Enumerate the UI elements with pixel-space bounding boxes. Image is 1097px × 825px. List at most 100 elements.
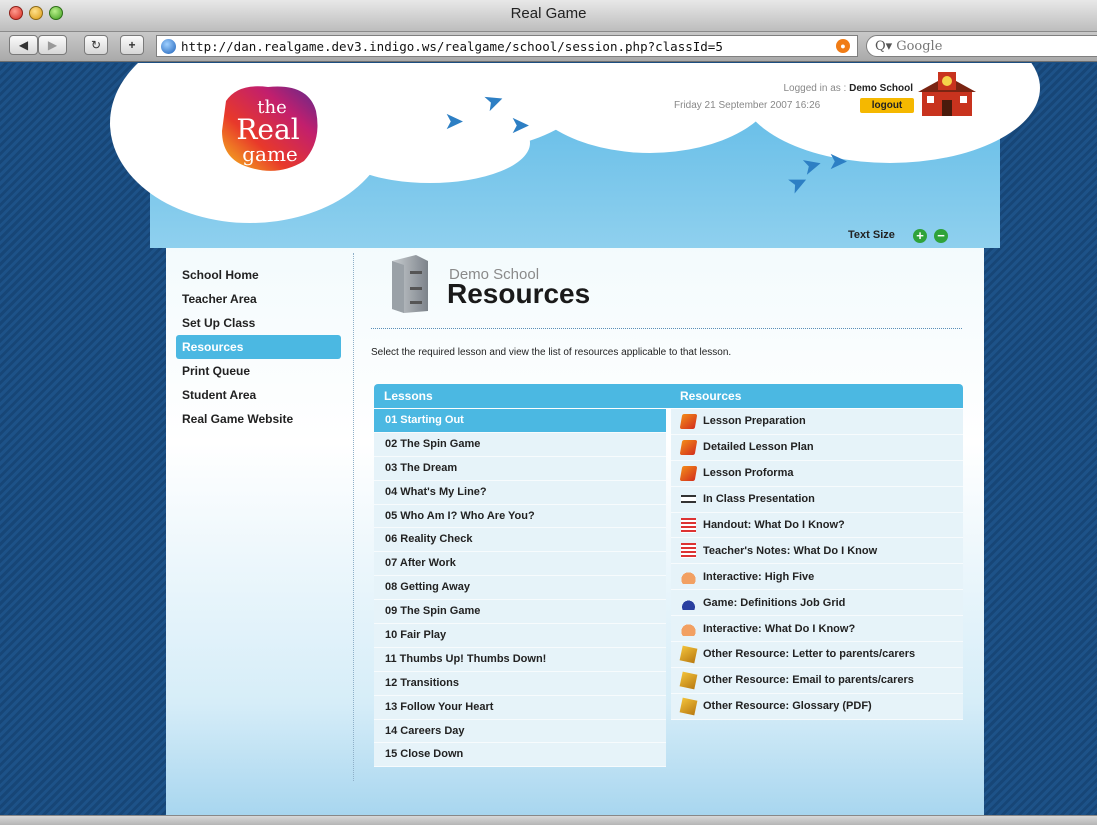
filing-cabinet-icon bbox=[392, 255, 428, 313]
add-bookmark-button[interactable]: + bbox=[120, 35, 144, 55]
resource-label: Other Resource: Letter to parents/carers bbox=[703, 648, 916, 661]
resource-label: In Class Presentation bbox=[703, 493, 815, 506]
browser-toolbar: ◀ ▶ ↻ + http://dan.realgame.dev3.indigo.… bbox=[0, 32, 1097, 62]
lesson-item[interactable]: 12 Transitions bbox=[374, 671, 666, 696]
resource-label: Game: Definitions Job Grid bbox=[703, 596, 846, 609]
rss-icon[interactable]: ● bbox=[836, 39, 850, 53]
reload-button[interactable]: ↻ bbox=[84, 35, 108, 55]
sidebar-item-school-home[interactable]: School Home bbox=[176, 263, 341, 287]
lesson-item[interactable]: 01 Starting Out bbox=[374, 409, 666, 433]
book-icon bbox=[679, 465, 698, 481]
lesson-item[interactable]: 07 After Work bbox=[374, 552, 666, 577]
cloud-shape bbox=[330, 103, 530, 183]
resource-label: Lesson Proforma bbox=[703, 467, 794, 480]
hand-icon bbox=[681, 621, 696, 637]
logout-button[interactable]: logout bbox=[860, 98, 914, 113]
resource-label: Handout: What Do I Know? bbox=[703, 519, 845, 531]
logged-in-label: Logged in as : bbox=[783, 83, 850, 94]
resource-label: Lesson Preparation bbox=[703, 415, 806, 428]
resource-label: Detailed Lesson Plan bbox=[703, 441, 814, 454]
heading-divider bbox=[371, 328, 962, 329]
box-icon bbox=[679, 697, 698, 716]
lesson-item[interactable]: 04 What's My Line? bbox=[374, 480, 666, 505]
bird-icon: ➤ bbox=[828, 148, 849, 175]
address-url: http://dan.realgame.dev3.indigo.ws/realg… bbox=[181, 38, 723, 54]
bird-icon: ➤ bbox=[510, 112, 531, 139]
text-size-increase-icon[interactable]: + bbox=[913, 229, 927, 243]
plus-icon: + bbox=[128, 38, 136, 52]
intro-text: Select the required lesson and view the … bbox=[371, 347, 732, 358]
resource-item[interactable]: Interactive: What Do I Know? bbox=[671, 616, 963, 643]
resource-label: Interactive: High Five bbox=[703, 570, 815, 583]
lesson-item[interactable]: 09 The Spin Game bbox=[374, 600, 666, 625]
book-icon bbox=[679, 413, 698, 429]
page-title: Resources bbox=[447, 278, 591, 309]
page-viewport: the Real game ➤ ➤ ➤ ➤ ➤ ➤ Logged in as :… bbox=[0, 63, 1097, 815]
lesson-item[interactable]: 02 The Spin Game bbox=[374, 432, 666, 457]
resource-item[interactable]: Other Resource: Glossary (PDF) bbox=[671, 693, 963, 720]
sidebar-item-student-area[interactable]: Student Area bbox=[176, 383, 341, 407]
resource-item[interactable]: In Class Presentation bbox=[671, 486, 963, 513]
presentation-icon bbox=[681, 495, 696, 504]
lesson-item[interactable]: 08 Getting Away bbox=[374, 576, 666, 601]
sidebar-item-teacher-area[interactable]: Teacher Area bbox=[176, 287, 341, 311]
real-game-logo[interactable]: the Real game bbox=[218, 81, 322, 175]
lesson-item[interactable]: 14 Careers Day bbox=[374, 719, 666, 744]
resource-item[interactable]: Interactive: High Five bbox=[671, 564, 963, 591]
lesson-item[interactable]: 03 The Dream bbox=[374, 456, 666, 481]
lesson-item[interactable]: 13 Follow Your Heart bbox=[374, 695, 666, 720]
resource-item[interactable]: Teacher's Notes: What Do I Know bbox=[671, 538, 963, 565]
lessons-list: 01 Starting Out 02 The Spin Game 03 The … bbox=[374, 409, 666, 768]
bird-icon: ➤ bbox=[444, 108, 465, 135]
resource-item[interactable]: Lesson Proforma bbox=[671, 460, 963, 487]
sidebar-item-real-game-website[interactable]: Real Game Website bbox=[176, 407, 341, 431]
back-button[interactable]: ◀ bbox=[9, 35, 38, 55]
box-icon bbox=[679, 671, 698, 690]
document-icon bbox=[681, 543, 696, 559]
resource-item[interactable]: Lesson Preparation bbox=[671, 409, 963, 435]
school-name: Demo School bbox=[849, 83, 913, 94]
back-arrow-icon: ◀ bbox=[18, 38, 29, 52]
forward-arrow-icon: ▶ bbox=[47, 38, 58, 52]
resources-column-header: Resources bbox=[680, 389, 742, 403]
resource-label: Interactive: What Do I Know? bbox=[703, 622, 856, 635]
joystick-icon bbox=[681, 595, 696, 611]
resource-item[interactable]: Detailed Lesson Plan bbox=[671, 434, 963, 461]
resource-item[interactable]: Game: Definitions Job Grid bbox=[671, 590, 963, 617]
lesson-item[interactable]: 10 Fair Play bbox=[374, 624, 666, 648]
resource-item[interactable]: Handout: What Do I Know? bbox=[671, 512, 963, 539]
lessons-column-header: Lessons bbox=[384, 389, 433, 403]
sidebar-item-resources[interactable]: Resources bbox=[176, 335, 341, 359]
logo-text-game: game bbox=[242, 142, 298, 166]
sidebar-item-set-up-class[interactable]: Set Up Class bbox=[176, 311, 341, 335]
sidebar-item-print-queue[interactable]: Print Queue bbox=[176, 359, 341, 383]
datetime: Friday 21 September 2007 16:26 bbox=[674, 100, 821, 111]
search-field[interactable]: Q▾ Google bbox=[866, 35, 1097, 57]
forward-button[interactable]: ▶ bbox=[38, 35, 67, 55]
globe-icon bbox=[161, 39, 176, 54]
address-bar[interactable]: http://dan.realgame.dev3.indigo.ws/realg… bbox=[156, 35, 858, 57]
window-titlebar: Real Game bbox=[0, 0, 1097, 32]
search-placeholder: Google bbox=[896, 38, 943, 54]
box-icon bbox=[679, 645, 698, 664]
resources-list: Lesson Preparation Detailed Lesson Plan … bbox=[671, 409, 963, 720]
reload-icon: ↻ bbox=[90, 38, 102, 52]
resource-label: Other Resource: Email to parents/carers bbox=[703, 674, 914, 687]
lesson-item[interactable]: 15 Close Down bbox=[374, 743, 666, 768]
resource-label: Teacher's Notes: What Do I Know bbox=[703, 544, 878, 557]
search-icon: Q▾ bbox=[875, 38, 893, 54]
lesson-item[interactable]: 05 Who Am I? Who Are You? bbox=[374, 504, 666, 529]
resource-item[interactable]: Other Resource: Letter to parents/carers bbox=[671, 642, 963, 668]
resource-item[interactable]: Other Resource: Email to parents/carers bbox=[671, 667, 963, 694]
text-size-decrease-icon[interactable]: − bbox=[934, 229, 948, 243]
text-size-label: Text Size bbox=[848, 229, 895, 241]
lesson-item[interactable]: 06 Reality Check bbox=[374, 528, 666, 553]
school-building-icon bbox=[918, 72, 976, 116]
resource-label: Other Resource: Glossary (PDF) bbox=[703, 700, 872, 713]
lesson-item[interactable]: 11 Thumbs Up! Thumbs Down! bbox=[374, 647, 666, 672]
book-icon bbox=[679, 439, 698, 455]
window-bottom-bar bbox=[0, 815, 1097, 825]
sidebar-divider bbox=[353, 253, 354, 781]
resources-table-header: Lessons Resources bbox=[374, 384, 963, 408]
sidebar-nav: School Home Teacher Area Set Up Class Re… bbox=[176, 263, 341, 431]
